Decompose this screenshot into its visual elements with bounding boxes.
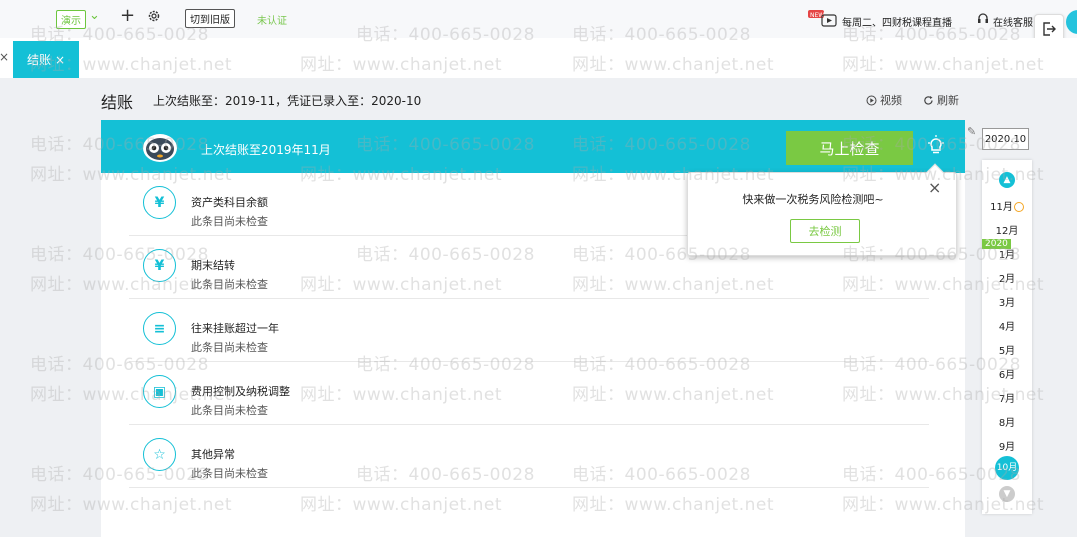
unverified-label[interactable]: 未认证	[257, 12, 287, 27]
month-item[interactable]: 7月	[982, 390, 1032, 405]
item-status: 此条目尚未检查	[191, 278, 268, 291]
lightbulb-icon[interactable]	[927, 135, 945, 158]
tab-close-icon[interactable]: ×	[55, 53, 65, 67]
play-icon	[866, 95, 877, 105]
go-check-button[interactable]: 去检测	[790, 219, 860, 243]
current-period-box[interactable]: 2020.10	[982, 128, 1029, 150]
item-title: 其他异常	[191, 448, 235, 461]
switch-old-version-button[interactable]: 切到旧版	[185, 9, 235, 28]
popup-message: 快来做一次税务风险检测吧~	[742, 193, 884, 206]
item-status: 此条目尚未检查	[191, 341, 268, 354]
scroll-up-icon[interactable]: ▲	[999, 172, 1015, 188]
list-item[interactable]: ▣ 费用控制及纳税调整 此条目尚未检查	[129, 362, 929, 425]
live-course-link[interactable]: 每周二、四财税课程直播	[842, 14, 952, 29]
item-status: 此条目尚未检查	[191, 404, 268, 417]
video-link[interactable]: 视频	[866, 92, 902, 108]
refresh-icon	[924, 95, 933, 105]
document-icon: ≡	[143, 312, 176, 345]
refresh-link[interactable]: 刷新	[923, 92, 959, 108]
scroll-down-icon[interactable]: ▼	[999, 486, 1015, 502]
video-label: 视频	[880, 94, 902, 107]
tax-risk-popup: × 快来做一次税务风险检测吧~ 去检测	[687, 163, 957, 256]
transfer-icon: ¥	[143, 249, 176, 282]
page-title: 结账	[101, 93, 134, 112]
headset-icon[interactable]	[977, 13, 989, 28]
item-title: 往来挂账超过一年	[191, 322, 279, 335]
status-banner: 上次结账至2019年11月 马上检查	[101, 120, 965, 173]
item-title: 期末结转	[191, 259, 235, 272]
item-status: 此条目尚未检查	[191, 467, 268, 480]
last-checkout-text: 上次结账至2019年11月	[201, 143, 331, 157]
month-item[interactable]: 6月	[982, 366, 1032, 381]
month-item[interactable]: 12月	[982, 222, 1032, 237]
checkout-period-info: 上次结账至：2019-11，凭证已录入至：2020-10	[153, 94, 422, 108]
month-item[interactable]: 3月	[982, 294, 1032, 309]
month-item[interactable]: 2月	[982, 270, 1032, 285]
month-item[interactable]: 1月	[982, 246, 1032, 261]
receipt-icon: ▣	[143, 375, 176, 408]
item-title: 费用控制及纳税调整	[191, 385, 290, 398]
chevron-down-icon[interactable]: ⌄	[89, 8, 100, 23]
demo-account-selector[interactable]: 演示	[56, 10, 86, 29]
list-item[interactable]: ≡ 往来挂账超过一年 此条目尚未检查	[129, 299, 929, 362]
tab-label: 结账	[26, 53, 51, 67]
tab-checkout[interactable]: 结账 ×	[13, 41, 79, 78]
month-item[interactable]: 8月	[982, 414, 1032, 429]
yuan-icon: ¥	[143, 186, 176, 219]
month-selector: ▲ 11月 12月 2020 1月 2月 3月 4月 5月 6月 7月 8月 9…	[982, 160, 1032, 514]
month-item[interactable]: 9月	[982, 438, 1032, 453]
item-title: 资产类科目余额	[191, 196, 268, 209]
refresh-label: 刷新	[937, 94, 959, 107]
top-bar: 演示 ⌄ + 切到旧版 未认证 NEW 每周二、四财税课程直播 在线客服	[0, 0, 1077, 38]
gear-icon[interactable]	[147, 9, 161, 26]
item-status: 此条目尚未检查	[191, 215, 268, 228]
month-item[interactable]: 4月	[982, 318, 1032, 333]
edit-icon[interactable]: ✎	[967, 125, 976, 138]
check-now-button[interactable]: 马上检查	[786, 131, 913, 165]
exit-icon	[1043, 22, 1056, 36]
add-icon[interactable]: +	[120, 5, 135, 26]
month-item[interactable]: 11月	[982, 198, 1032, 213]
customer-service-link[interactable]: 在线客服	[993, 14, 1033, 29]
star-icon: ☆	[143, 438, 176, 471]
month-item[interactable]: 5月	[982, 342, 1032, 357]
list-item[interactable]: ☆ 其他异常 此条目尚未检查	[129, 425, 929, 488]
tab-bar: × 结账 ×	[0, 38, 1077, 78]
live-video-icon[interactable]: NEW	[808, 10, 838, 31]
mascot-icon	[141, 131, 179, 163]
month-item-active[interactable]: 10月	[995, 456, 1019, 480]
close-icon[interactable]: ×	[0, 50, 9, 64]
